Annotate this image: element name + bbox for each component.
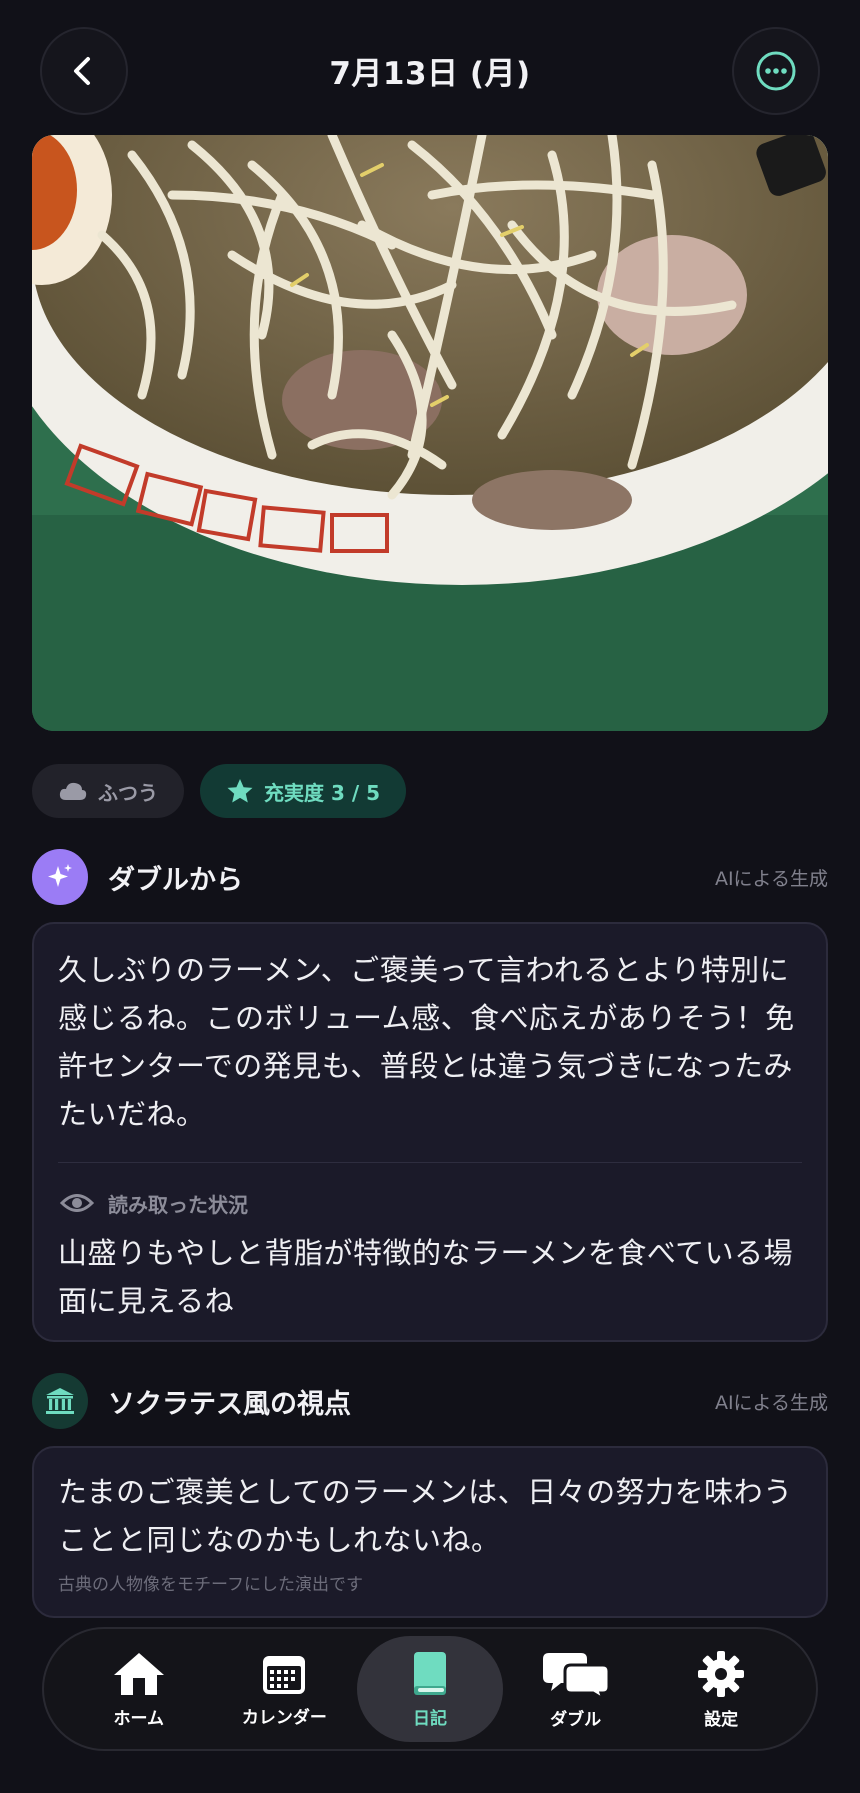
double-message: 久しぶりのラーメン、ご褒美って言われるとより特別に感じるね。このボリューム感、食… xyxy=(58,953,795,1131)
observation-label-row: 読み取った状況 xyxy=(34,1187,826,1219)
socrates-section-title: ソクラテス風の視点 xyxy=(108,1388,351,1420)
nav-item-calendar[interactable]: カレンダー xyxy=(212,1636,358,1742)
double-section-header: ダブルから AIによる生成 xyxy=(32,848,828,906)
double-section-title: ダブルから xyxy=(108,864,243,896)
nav-item-double[interactable]: ダブル xyxy=(503,1636,649,1742)
star-icon xyxy=(227,779,253,803)
bottom-nav: ホーム カレンダー 日記 ダブル 設定 xyxy=(42,1627,818,1751)
home-icon xyxy=(113,1652,164,1695)
socrates-message-card: たまのご褒美としてのラーメンは、日々の努力を味わうことと同じなのかもしれないね。… xyxy=(32,1446,828,1618)
ai-generated-tag: AIによる生成 xyxy=(714,1391,828,1414)
rating-label: 充実度 3 / 5 xyxy=(264,780,381,805)
weather-label: ふつう xyxy=(98,780,158,805)
ellipsis-circle-icon xyxy=(756,51,796,91)
socrates-message: たまのご褒美としてのラーメンは、日々の努力を味わうことと同じなのかもしれないね。 xyxy=(58,1475,793,1557)
nav-label-home: ホーム xyxy=(113,1708,165,1729)
nav-label-calendar: カレンダー xyxy=(241,1707,327,1728)
card-divider xyxy=(58,1162,802,1163)
gear-icon xyxy=(698,1650,745,1697)
chat-bubbles-icon xyxy=(542,1652,609,1699)
eye-icon xyxy=(60,1194,94,1212)
calendar-icon xyxy=(263,1655,306,1694)
weather-chip[interactable]: ふつう xyxy=(32,764,184,818)
diary-photo[interactable] xyxy=(32,135,828,731)
socrates-note: 古典の人物像をモチーフにした演出です xyxy=(58,1575,363,1595)
nav-item-home[interactable]: ホーム xyxy=(66,1636,212,1742)
observation-text: 山盛りもやしと背脂が特徴的なラーメンを食べている場面に見えるね xyxy=(58,1236,794,1318)
observation-label: 読み取った状況 xyxy=(108,1192,248,1217)
sparkles-icon xyxy=(32,849,88,905)
cloud-icon xyxy=(59,782,87,800)
nav-label-diary: 日記 xyxy=(412,1708,447,1729)
nav-label-settings: 設定 xyxy=(704,1709,739,1730)
nav-label-double: ダブル xyxy=(550,1709,602,1730)
socrates-section-header: ソクラテス風の視点 AIによる生成 xyxy=(32,1372,828,1430)
rating-chip[interactable]: 充実度 3 / 5 xyxy=(200,764,407,818)
classical-building-icon xyxy=(32,1373,88,1429)
nav-item-settings[interactable]: 設定 xyxy=(648,1636,794,1742)
more-button[interactable] xyxy=(732,27,820,115)
book-icon xyxy=(413,1651,446,1695)
double-message-card: 久しぶりのラーメン、ご褒美って言われるとより特別に感じるね。このボリューム感、食… xyxy=(32,922,828,1342)
ramen-photo xyxy=(32,135,828,731)
ai-generated-tag: AIによる生成 xyxy=(714,867,828,890)
header: 7月13日 (月) xyxy=(0,0,860,135)
page-title: 7月13日 (月) xyxy=(329,56,531,92)
nav-item-diary[interactable]: 日記 xyxy=(357,1636,503,1742)
mood-chips: ふつう 充実度 3 / 5 xyxy=(32,764,407,818)
